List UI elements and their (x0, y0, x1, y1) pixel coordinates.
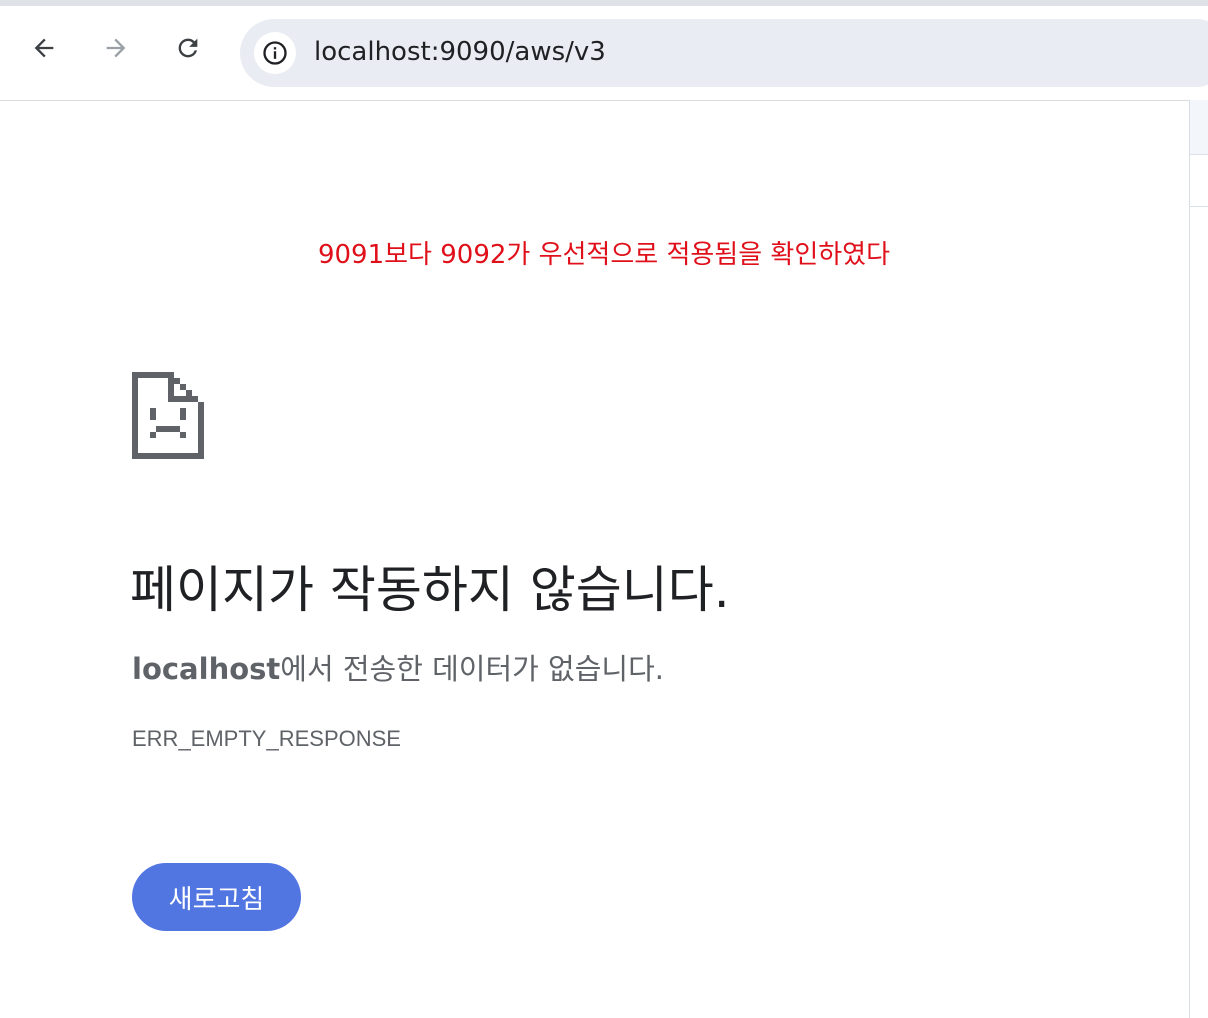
url-text[interactable]: localhost:9090/aws/v3 (314, 37, 606, 67)
browser-toolbar: localhost:9090/aws/v3 (0, 6, 1208, 101)
error-code: ERR_EMPTY_RESPONSE (132, 726, 401, 751)
reload-icon (178, 38, 198, 58)
arrow-right-icon (106, 38, 126, 58)
reload-button[interactable] (168, 28, 208, 68)
back-button[interactable] (24, 28, 64, 68)
error-title: 페이지가 작동하지 않습니다. (130, 561, 730, 619)
site-info-button[interactable] (254, 32, 296, 74)
error-host: localhost (132, 652, 281, 686)
sad-file-icon (132, 372, 204, 459)
error-detail: localhost에서 전송한 데이터가 없습니다. (132, 646, 664, 688)
forward-button[interactable] (96, 28, 136, 68)
side-panel-divider (1190, 206, 1208, 207)
arrow-left-icon (34, 38, 54, 58)
address-bar[interactable]: localhost:9090/aws/v3 (240, 19, 1208, 87)
info-icon (263, 41, 287, 65)
annotation-text: 9091보다 9092가 우선적으로 적용됨을 확인하였다 (317, 240, 891, 270)
side-panel-header (1190, 100, 1208, 155)
error-message: 에서 전송한 데이터가 없습니다. (280, 652, 664, 686)
reload-page-button[interactable]: 새로고침 (132, 863, 301, 931)
